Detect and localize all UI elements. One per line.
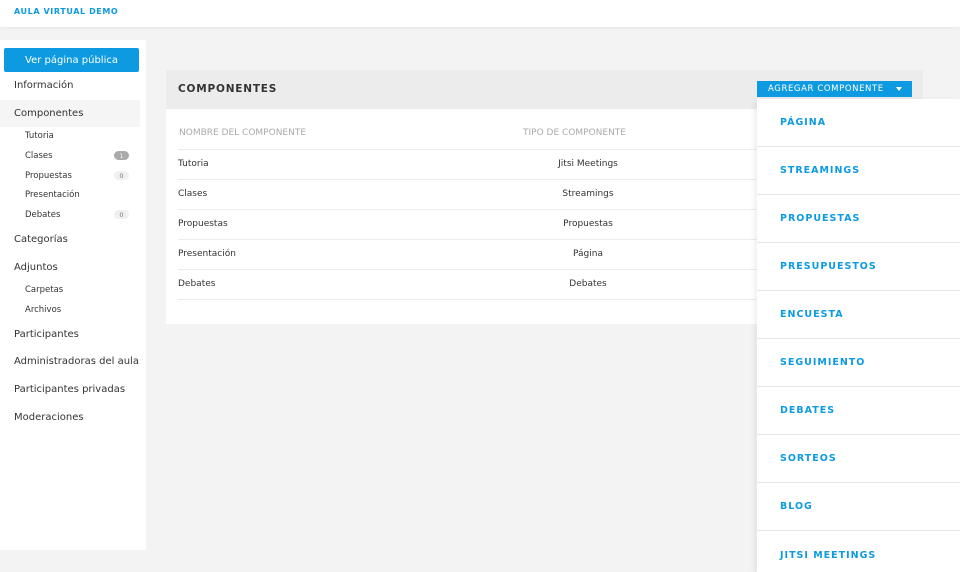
menu-item-jitsi-meetings[interactable]: JITSI MEETINGS (757, 531, 960, 572)
sidebar-item-label: Archivos (25, 305, 62, 315)
menu-item-streamings[interactable]: STREAMINGS (757, 147, 960, 195)
sidebar-item-label: Adjuntos (14, 262, 58, 273)
sidebar-item-label: Participantes privadas (14, 384, 126, 395)
component-type: Página (573, 249, 603, 259)
view-public-page-button[interactable]: Ver página pública (4, 48, 139, 72)
component-type: Debates (569, 279, 607, 289)
component-name: Tutoria (178, 159, 209, 169)
sidebar-item-label: Administradoras del aula (14, 356, 139, 367)
menu-item-encuesta[interactable]: ENCUESTA (757, 291, 960, 339)
sidebar-item-label: Tutoria (25, 131, 54, 141)
menu-item-debates[interactable]: DEBATES (757, 387, 960, 435)
component-name: Debates (178, 279, 216, 289)
sidebar-subitem-propuestas[interactable]: Propuestas 0 (0, 167, 140, 185)
sidebar-item-componentes[interactable]: Componentes (0, 100, 140, 127)
sidebar-item-label: Debates (25, 210, 61, 220)
component-name: Clases (178, 189, 208, 199)
sidebar-subitem-tutoria[interactable]: Tutoria (0, 127, 140, 145)
count-badge: 1 (114, 151, 129, 160)
sidebar-item-participantes[interactable]: Participantes (0, 321, 140, 348)
sidebar-item-label: Presentación (25, 190, 80, 200)
caret-down-icon (896, 87, 902, 91)
sidebar-item-label: Información (14, 80, 74, 91)
add-component-dropdown-menu: PÁGINA STREAMINGS PROPUESTAS PRESUPUESTO… (757, 99, 960, 572)
sidebar-subitem-archivos[interactable]: Archivos (0, 301, 140, 319)
sidebar-item-label: Propuestas (25, 171, 72, 181)
sidebar-item-label: Moderaciones (14, 412, 84, 423)
sidebar-item-label: Participantes (14, 329, 79, 340)
component-name: Presentación (178, 249, 236, 259)
component-type: Jitsi Meetings (558, 159, 618, 169)
sidebar-subitem-debates[interactable]: Debates 0 (0, 206, 140, 224)
sidebar: Ver página pública Información Component… (0, 40, 146, 550)
menu-item-blog[interactable]: BLOG (757, 483, 960, 531)
add-component-label: AGREGAR COMPONENTE (768, 84, 884, 94)
sidebar-item-participantes-privadas[interactable]: Participantes privadas (0, 376, 140, 403)
sidebar-item-label: Categorías (14, 234, 68, 245)
sidebar-item-moderaciones[interactable]: Moderaciones (0, 404, 140, 431)
sidebar-item-categorias[interactable]: Categorías (0, 226, 140, 253)
sidebar-item-adjuntos[interactable]: Adjuntos (0, 254, 140, 281)
component-type: Streamings (562, 189, 614, 199)
column-header-type[interactable]: TIPO DE COMPONENTE (523, 128, 626, 138)
menu-item-sorteos[interactable]: SORTEOS (757, 435, 960, 483)
sidebar-item-administradoras[interactable]: Administradoras del aula (0, 348, 140, 375)
menu-item-presupuestos[interactable]: PRESUPUESTOS (757, 243, 960, 291)
count-badge: 0 (114, 171, 129, 180)
column-header-name[interactable]: NOMBRE DEL COMPONENTE (179, 128, 306, 138)
menu-item-seguimiento[interactable]: SEGUIMIENTO (757, 339, 960, 387)
page-title: COMPONENTES (178, 83, 278, 95)
sidebar-item-label: Componentes (14, 108, 84, 119)
sidebar-subitem-presentacion[interactable]: Presentación (0, 186, 140, 204)
sidebar-item-label: Clases (25, 151, 53, 161)
component-name: Propuestas (178, 219, 228, 229)
count-badge: 0 (114, 210, 129, 219)
brand-title[interactable]: AULA VIRTUAL DEMO (14, 7, 118, 16)
top-bar: AULA VIRTUAL DEMO (0, 0, 960, 27)
sidebar-item-informacion[interactable]: Información (0, 72, 140, 99)
menu-item-pagina[interactable]: PÁGINA (757, 99, 960, 147)
sidebar-subitem-carpetas[interactable]: Carpetas (0, 281, 140, 299)
menu-item-propuestas[interactable]: PROPUESTAS (757, 195, 960, 243)
component-type: Propuestas (563, 219, 613, 229)
sidebar-subitem-clases[interactable]: Clases 1 (0, 147, 140, 165)
add-component-button[interactable]: AGREGAR COMPONENTE (757, 81, 912, 97)
sidebar-item-label: Carpetas (25, 285, 64, 295)
